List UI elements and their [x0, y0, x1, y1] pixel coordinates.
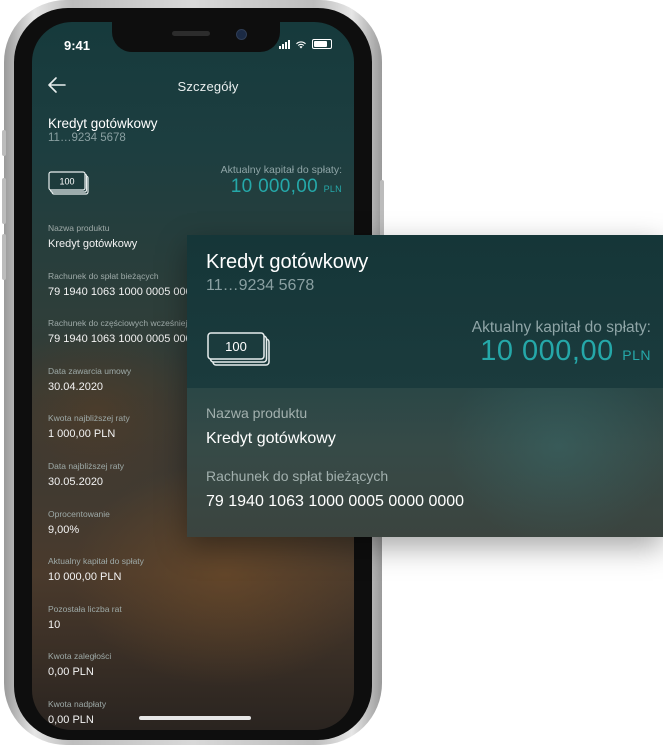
- zoom-capital-amount: 10 000,00 PLN: [472, 335, 651, 368]
- zoom-details: Nazwa produktu Kredyt gotówkowy Rachunek…: [206, 405, 464, 511]
- zoom-field-label: Nazwa produktu: [206, 405, 308, 421]
- detail-value: 10 000,00 PLN: [48, 571, 122, 584]
- detail-field: Kwota nadpłaty 0,00 PLN: [48, 699, 348, 730]
- detail-field: Aktualny kapitał do spłaty 10 000,00 PLN: [48, 556, 348, 601]
- zoom-capital-value: 10 000,00: [480, 335, 614, 367]
- mute-switch: [2, 130, 6, 156]
- status-bar: 9:41: [32, 22, 354, 66]
- capital-summary: Aktualny kapitał do spłaty: 10 000,00 PL…: [221, 164, 342, 198]
- zoom-capital-summary: Aktualny kapitał do spłaty: 10 000,00 PL…: [472, 319, 651, 368]
- wifi-icon: [296, 41, 306, 49]
- detail-label: Nazwa produktu: [48, 223, 110, 233]
- signal-icon: [279, 40, 290, 49]
- zoom-loan-name: Kredyt gotówkowy: [206, 251, 369, 273]
- capital-label: Aktualny kapitał do spłaty:: [220, 164, 342, 176]
- app-header: Szczegóły: [32, 66, 354, 106]
- detail-field: Pozostała liczba rat 10: [48, 604, 348, 649]
- status-icons: [279, 39, 332, 49]
- capital-amount: 10 000,00 PLN: [221, 176, 342, 198]
- zoom-callout: Kredyt gotówkowy 11…9234 5678 100 Aktual…: [187, 235, 663, 537]
- status-time: 9:41: [64, 38, 91, 53]
- banknote-label: 100: [59, 177, 74, 187]
- camera-icon: [236, 29, 247, 40]
- home-indicator[interactable]: [139, 716, 251, 720]
- loan-account-number: 11…9234 5678: [48, 132, 126, 144]
- capital-currency: PLN: [323, 184, 342, 194]
- notch: [112, 22, 280, 52]
- detail-label: Pozostała liczba rat: [48, 603, 122, 614]
- zoom-loan-account-number: 11…9234 5678: [206, 277, 315, 294]
- banknote-icon: 100: [48, 171, 89, 195]
- volume-up-button: [2, 178, 6, 224]
- detail-label: Kwota nadpłaty: [48, 698, 107, 709]
- zoom-field-label: Rachunek do spłat bieżących: [206, 468, 389, 484]
- loan-summary: Kredyt gotówkowy 11…9234 5678: [48, 116, 158, 144]
- capital-value: 10 000,00: [230, 176, 318, 197]
- detail-field: Kwota zaległości 0,00 PLN: [48, 651, 348, 696]
- page-title: Szczegóły: [177, 79, 239, 94]
- detail-value: 0,00 PLN: [48, 666, 94, 679]
- volume-down-button: [2, 234, 6, 280]
- detail-label: Aktualny kapitał do spłaty: [48, 556, 144, 567]
- zoom-capital-currency: PLN: [622, 347, 651, 363]
- zoom-field-value: Kredyt gotówkowy: [206, 430, 336, 447]
- detail-label: Kwota zaległości: [48, 651, 112, 662]
- speaker-grille: [172, 31, 210, 36]
- zoom-field-value: 79 1940 1063 1000 0005 0000 0000: [206, 493, 465, 510]
- zoom-banknote-icon: 100: [207, 332, 270, 366]
- detail-value: 10: [48, 618, 61, 631]
- zoom-banknote-label: 100: [225, 339, 247, 354]
- loan-name: Kredyt gotówkowy: [48, 116, 158, 131]
- zoom-header: Kredyt gotówkowy 11…9234 5678 100 Aktual…: [187, 235, 663, 388]
- battery-icon: [312, 39, 332, 49]
